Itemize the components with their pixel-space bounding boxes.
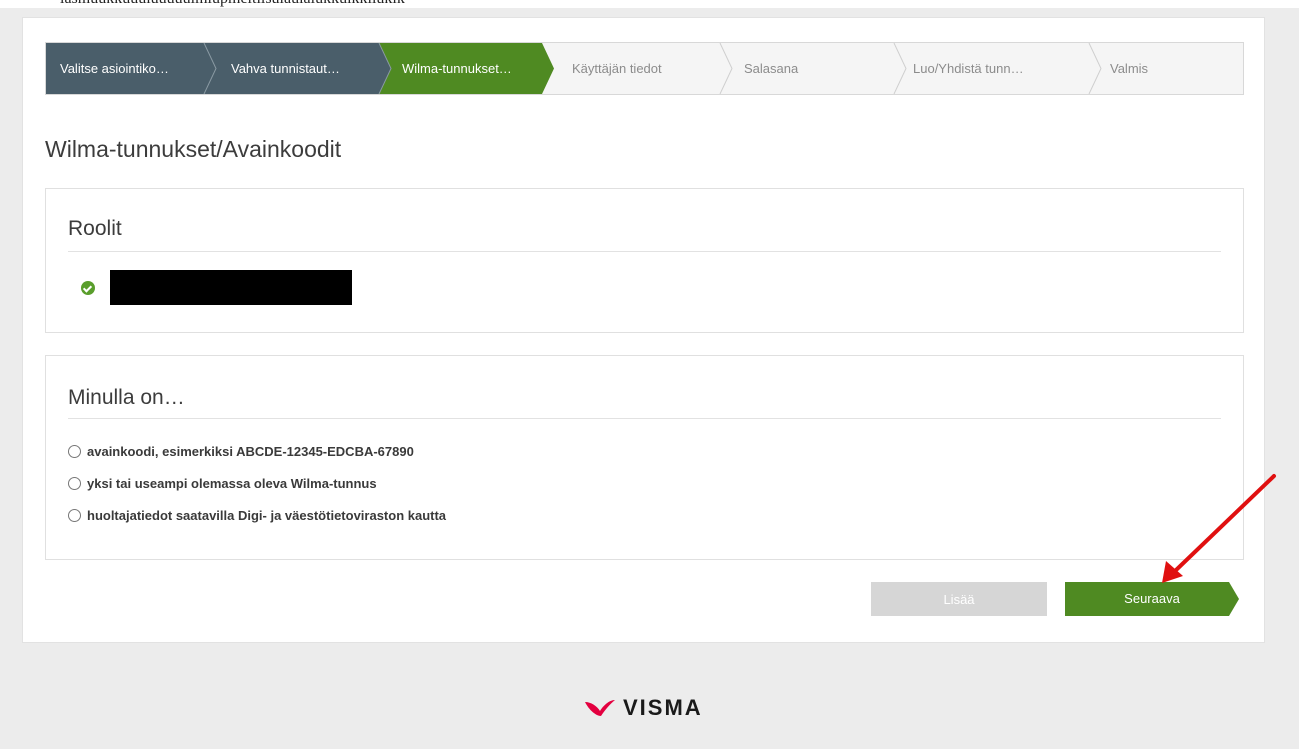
wizard-progress: Valitse asiointiko… Vahva tunnistaut… Wi…	[45, 42, 1244, 95]
wizard-step-3[interactable]: Wilma-tunnukset…	[402, 43, 512, 94]
wizard-divider-5	[893, 43, 907, 94]
check-circle-icon	[81, 281, 95, 295]
options-divider	[68, 418, 1221, 419]
options-title: Minulla on…	[68, 386, 185, 409]
visma-logo-icon	[585, 700, 615, 716]
radio-button[interactable]	[68, 444, 81, 458]
next-button[interactable]: Seuraava	[1065, 582, 1239, 616]
option-label: yksi tai useampi olemassa oleva Wilma-tu…	[87, 475, 377, 491]
wizard-divider-4	[719, 43, 733, 94]
option-dvv[interactable]: huoltajatiedot saatavilla Digi- ja väest…	[68, 505, 446, 525]
roles-panel: Roolit	[45, 188, 1244, 333]
option-label: avainkoodi, esimerkiksi ABCDE-12345-EDCB…	[87, 443, 414, 459]
visma-logo-text: VISMA	[623, 695, 703, 720]
radio-button[interactable]	[68, 508, 81, 522]
option-wilma-tunnus[interactable]: yksi tai useampi olemassa oleva Wilma-tu…	[68, 473, 377, 493]
wizard-step-1[interactable]: Valitse asiointiko…	[60, 43, 169, 94]
wizard-step-7: Valmis	[1110, 61, 1149, 76]
cropped-text: lasmuukkuuuluuuuulmlupmeltilsulaulalukku…	[60, 0, 405, 8]
roles-divider	[68, 251, 1221, 252]
redacted-role-name	[110, 270, 352, 305]
option-avainkoodi[interactable]: avainkoodi, esimerkiksi ABCDE-12345-EDCB…	[68, 441, 414, 461]
visma-logo: VISMA	[583, 694, 703, 722]
option-label: huoltajatiedot saatavilla Digi- ja väest…	[87, 507, 447, 523]
options-panel: Minulla on… avainkoodi, esimerkiksi ABCD…	[45, 355, 1244, 560]
roles-title: Roolit	[68, 217, 122, 240]
page-title: Wilma-tunnukset/Avainkoodit	[45, 136, 342, 162]
wizard-step-6: Luo/Yhdistä tunn…	[913, 61, 1024, 76]
add-button[interactable]: Lisää	[871, 582, 1047, 616]
wizard-divider-6	[1088, 43, 1102, 94]
wizard-step-4: Käyttäjän tiedot	[572, 61, 662, 76]
wizard-step-5: Salasana	[744, 61, 799, 76]
cropped-header-strip: lasmuukkuuuluuuuulmlupmeltilsulaulalukku…	[0, 0, 1299, 8]
wizard-step-2[interactable]: Vahva tunnistaut…	[231, 43, 340, 94]
next-button-label: Seuraava	[1124, 591, 1180, 606]
main-card: Valitse asiointiko… Vahva tunnistaut… Wi…	[22, 17, 1265, 643]
radio-button[interactable]	[68, 476, 81, 490]
